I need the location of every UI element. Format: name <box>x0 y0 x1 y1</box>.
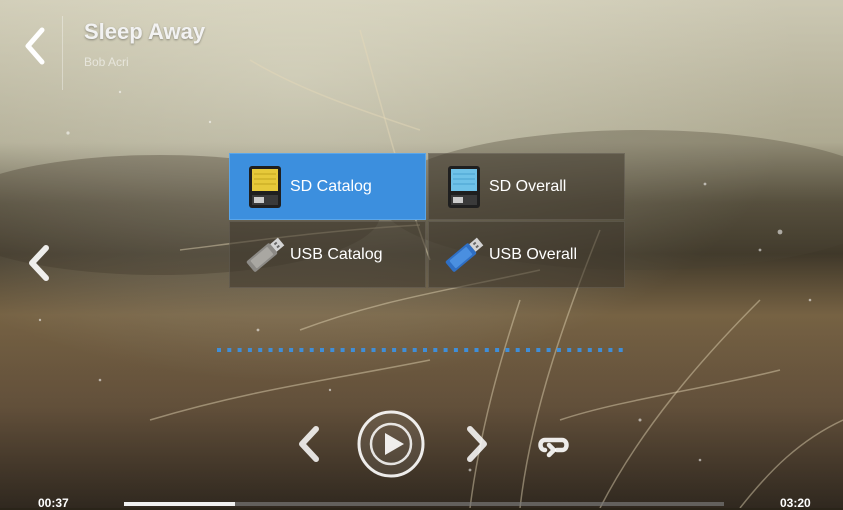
sd-catalog-label: SD Catalog <box>290 177 372 195</box>
pager-dot <box>598 348 603 352</box>
pager-dot <box>299 348 304 352</box>
previous-page-button[interactable] <box>24 242 56 284</box>
sd-card-icon <box>448 165 480 208</box>
sd-catalog-tile[interactable]: SD Catalog <box>229 153 426 220</box>
pager-dot <box>381 348 386 352</box>
previous-track-button[interactable] <box>292 423 326 465</box>
usb-overall-tile[interactable]: USB Overall <box>428 221 625 288</box>
pager-dot <box>587 348 592 352</box>
pager-dot <box>217 348 221 352</box>
sd-card-icon <box>249 165 281 208</box>
seek-bar[interactable] <box>124 502 724 506</box>
pager-dot <box>526 348 530 352</box>
pager-dot <box>371 348 376 352</box>
pager-dot <box>350 348 355 352</box>
repeat-icon <box>538 437 569 458</box>
usb-drive-icon <box>246 237 285 272</box>
pager-dot <box>237 348 242 352</box>
source-menu: SD Catalog SD Overall USB Catalog USB Ov… <box>229 153 625 288</box>
play-icon <box>357 410 425 478</box>
pager-dot <box>556 348 561 352</box>
pager-dot <box>618 348 623 352</box>
pager-dot <box>247 348 252 352</box>
pager-dot <box>258 348 263 352</box>
pager-dot <box>453 348 458 352</box>
song-title: Sleep Away <box>84 19 206 44</box>
play-button[interactable] <box>356 409 426 479</box>
chevron-left-icon <box>299 426 319 462</box>
chevron-right-icon <box>467 426 487 462</box>
pager-dot <box>330 348 335 352</box>
usb-catalog-label: USB Catalog <box>290 245 383 263</box>
pager-dot <box>515 348 520 352</box>
back-button[interactable] <box>18 22 58 72</box>
pager-dot <box>484 348 489 352</box>
next-track-button[interactable] <box>460 423 494 465</box>
usb-drive-icon <box>445 237 484 272</box>
pager-dot <box>340 348 345 352</box>
repeat-button[interactable] <box>535 428 573 466</box>
pager-dot <box>423 348 427 352</box>
song-artist: Bob Acri <box>84 55 129 69</box>
pager-dot <box>309 348 314 352</box>
pager-dot <box>268 348 273 352</box>
pager-dot <box>546 348 551 352</box>
pager-dot <box>608 348 613 352</box>
sd-overall-label: SD Overall <box>489 177 567 195</box>
seek-bar-fill <box>124 502 235 506</box>
pager-dot <box>474 348 479 352</box>
pager-dot <box>289 348 294 352</box>
pager-dot <box>278 348 283 352</box>
pager-dot <box>227 348 232 352</box>
pager-dot <box>536 348 541 352</box>
pager-dot <box>495 348 500 352</box>
header-divider <box>62 16 63 90</box>
pager-dot <box>433 348 438 352</box>
sd-overall-tile[interactable]: SD Overall <box>428 153 625 220</box>
pager-dot <box>320 348 324 352</box>
usb-catalog-tile[interactable]: USB Catalog <box>229 221 426 288</box>
pager-dot <box>402 348 407 352</box>
pager-dot <box>505 348 510 352</box>
page-indicator-dots <box>217 348 623 352</box>
pager-dot <box>567 348 572 352</box>
pager-dot <box>392 348 397 352</box>
usb-overall-label: USB Overall <box>489 245 578 263</box>
chevron-left-icon <box>29 245 49 281</box>
pager-dot <box>443 348 448 352</box>
pager-dot <box>361 348 366 352</box>
chevron-left-icon <box>25 27 45 65</box>
pager-dot <box>577 348 582 352</box>
pager-dot <box>412 348 417 352</box>
pager-dot <box>464 348 469 352</box>
